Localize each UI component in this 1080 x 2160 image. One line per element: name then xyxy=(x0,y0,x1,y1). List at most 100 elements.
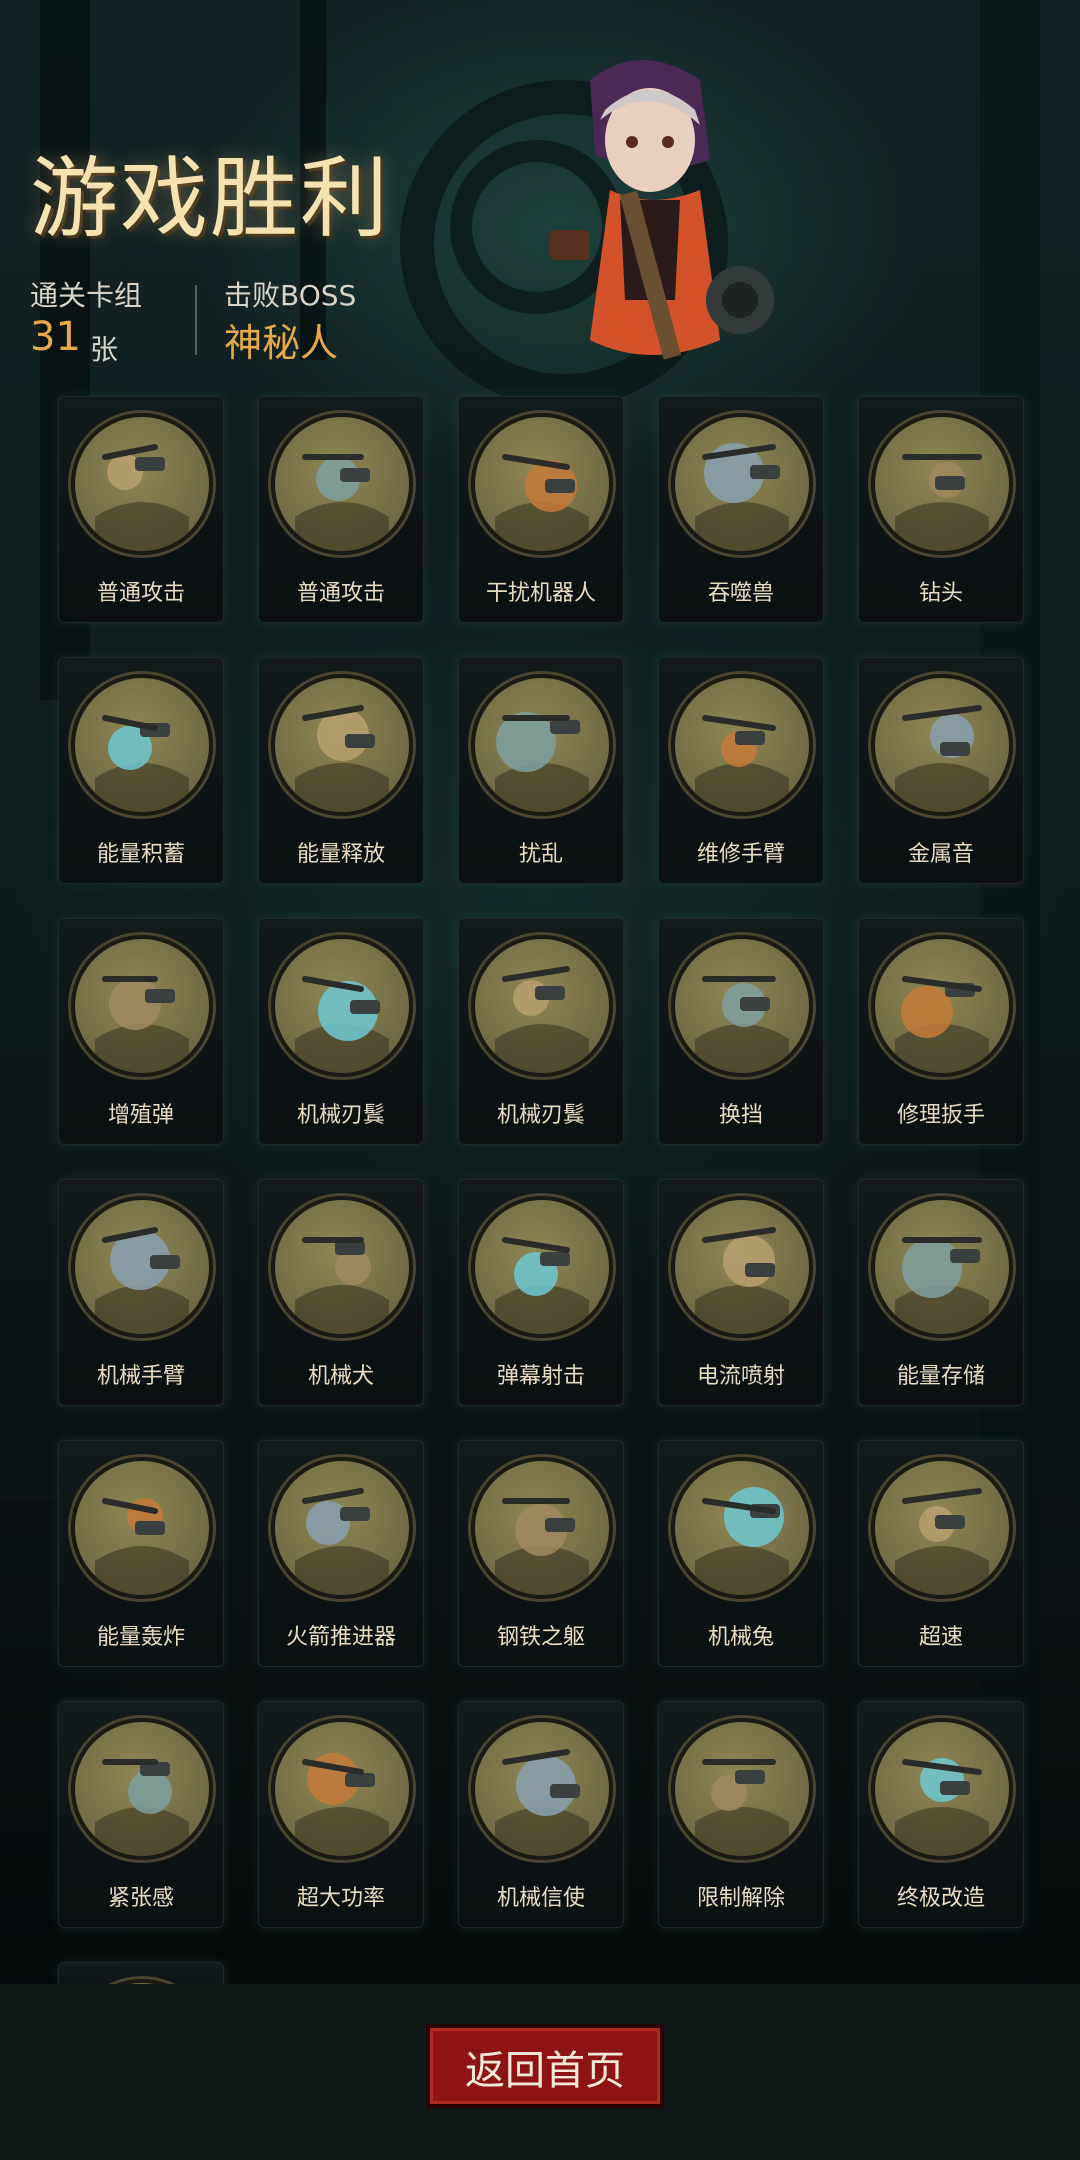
deck-card[interactable]: 能量释放 xyxy=(258,657,424,884)
return-home-button[interactable]: 返回首页 xyxy=(426,2024,664,2108)
card-name-label: 机械手臂 xyxy=(96,1364,185,1389)
card-name-label: 增殖弹 xyxy=(107,1103,174,1128)
blade-icon xyxy=(271,935,413,1077)
defeated-boss-label: 击败BOSS xyxy=(224,279,357,312)
card-name-label: 机械兔 xyxy=(707,1625,774,1650)
card-name-label: 换挡 xyxy=(718,1103,763,1128)
card-name-label: 机械刃鬂 xyxy=(296,1103,385,1128)
battery-icon xyxy=(871,1196,1013,1338)
horn-icon xyxy=(871,674,1013,816)
drill-icon xyxy=(871,413,1013,555)
gear-shift-icon xyxy=(671,935,813,1077)
card-name-label: 限制解除 xyxy=(696,1886,785,1911)
card-name-label: 机械信使 xyxy=(496,1886,585,1911)
cleared-deck-unit: 张 xyxy=(90,333,119,366)
energy-icon xyxy=(71,674,213,816)
rocket-icon xyxy=(271,1457,413,1599)
deck-card[interactable]: 钢铁之躯 xyxy=(458,1440,624,1667)
engine-icon xyxy=(271,1718,413,1860)
deck-card[interactable]: 普通攻击 xyxy=(58,396,224,623)
deck-card[interactable]: 钻头 xyxy=(858,396,1024,623)
card-name-label: 普通攻击 xyxy=(296,581,385,606)
robot-icon xyxy=(471,413,613,555)
hero-character-illustration xyxy=(500,40,780,390)
deck-card[interactable]: 机械刃鬂 xyxy=(258,918,424,1145)
card-name-label: 电流喷射 xyxy=(696,1364,785,1389)
defeated-boss-name: 神秘人 xyxy=(224,321,339,365)
card-name-label: 能量存储 xyxy=(896,1364,985,1389)
deck-card[interactable]: 弹幕射击 xyxy=(458,1179,624,1406)
deck-card[interactable]: 修理扳手 xyxy=(858,918,1024,1145)
lightning-icon xyxy=(271,674,413,816)
card-name-label: 火箭推进器 xyxy=(285,1625,396,1650)
deck-card[interactable]: 换挡 xyxy=(658,918,824,1145)
cleared-deck-count: 31 xyxy=(30,314,81,360)
deck-card[interactable]: 吞噬兽 xyxy=(658,396,824,623)
steel-body-icon xyxy=(471,1457,613,1599)
deck-card[interactable]: 金属音 xyxy=(858,657,1024,884)
barrage-icon xyxy=(471,1196,613,1338)
deck-card[interactable]: 电流喷射 xyxy=(658,1179,824,1406)
deck-card[interactable]: 能量积蓄 xyxy=(58,657,224,884)
card-name-label: 金属音 xyxy=(907,842,974,867)
card-name-label: 能量释放 xyxy=(296,842,385,867)
card-name-label: 维修手臂 xyxy=(696,842,785,867)
card-name-label: 弹幕射击 xyxy=(496,1364,585,1389)
deck-card[interactable]: 机械犬 xyxy=(258,1179,424,1406)
current-icon xyxy=(671,1196,813,1338)
deck-card[interactable]: 扰乱 xyxy=(458,657,624,884)
card-name-label: 干扰机器人 xyxy=(485,581,596,606)
bomb-icon xyxy=(71,935,213,1077)
wrench-claw-icon xyxy=(71,413,213,555)
deck-card[interactable]: 终极改造 xyxy=(858,1701,1024,1928)
bird-icon xyxy=(471,1718,613,1860)
card-name-label: 普通攻击 xyxy=(96,581,185,606)
card-name-label: 扰乱 xyxy=(518,842,563,867)
deck-card-grid: 普通攻击 普通攻击 干扰机器人 吞噬兽 钻头 能量积蓄 能量释放 扰乱 维修手臂 金属音 增殖弹 机械… xyxy=(58,396,1026,2002)
victory-title: 游戏胜利 xyxy=(30,147,391,250)
dynamite-icon xyxy=(71,1718,213,1860)
card-name-label: 修理扳手 xyxy=(896,1103,985,1128)
deck-card[interactable]: 超速 xyxy=(858,1440,1024,1667)
mech-arm-icon xyxy=(71,1196,213,1338)
deck-card[interactable]: 维修手臂 xyxy=(658,657,824,884)
deck-card[interactable]: 机械信使 xyxy=(458,1701,624,1928)
card-name-label: 机械刃鬂 xyxy=(496,1103,585,1128)
card-name-label: 超速 xyxy=(918,1625,963,1650)
unlock-icon xyxy=(671,1718,813,1860)
card-name-label: 紧张感 xyxy=(107,1886,174,1911)
deck-card[interactable]: 机械手臂 xyxy=(58,1179,224,1406)
claw-icon xyxy=(271,413,413,555)
deck-card[interactable]: 能量存储 xyxy=(858,1179,1024,1406)
card-name-label: 钻头 xyxy=(918,581,963,606)
speed-icon xyxy=(871,1457,1013,1599)
wrench-icon xyxy=(871,935,1013,1077)
beast-icon xyxy=(671,413,813,555)
blade-icon xyxy=(471,935,613,1077)
card-name-label: 能量积蓄 xyxy=(96,842,185,867)
deck-card[interactable]: 超大功率 xyxy=(258,1701,424,1928)
card-name-label: 超大功率 xyxy=(296,1886,385,1911)
card-name-label: 钢铁之躯 xyxy=(496,1625,585,1650)
deck-card[interactable]: 干扰机器人 xyxy=(458,396,624,623)
mech-suit-icon xyxy=(871,1718,1013,1860)
deck-card[interactable]: 普通攻击 xyxy=(258,396,424,623)
header-divider xyxy=(195,285,197,355)
mech-dog-icon xyxy=(271,1196,413,1338)
card-name-label: 终极改造 xyxy=(896,1886,985,1911)
rabbit-icon xyxy=(671,1457,813,1599)
deck-card[interactable]: 能量轰炸 xyxy=(58,1440,224,1667)
deck-card[interactable]: 限制解除 xyxy=(658,1701,824,1928)
deck-card[interactable]: 增殖弹 xyxy=(58,918,224,1145)
deck-card[interactable]: 机械刃鬂 xyxy=(458,918,624,1145)
cleared-deck-label: 通关卡组 xyxy=(30,279,143,312)
disrupt-icon xyxy=(471,674,613,816)
card-name-label: 吞噬兽 xyxy=(707,581,774,606)
arm-icon xyxy=(671,674,813,816)
deck-card[interactable]: 火箭推进器 xyxy=(258,1440,424,1667)
card-name-label: 能量轰炸 xyxy=(96,1625,185,1650)
card-name-label: 机械犬 xyxy=(307,1364,374,1389)
fireball-icon xyxy=(71,1457,213,1599)
deck-card[interactable]: 机械兔 xyxy=(658,1440,824,1667)
deck-card[interactable]: 紧张感 xyxy=(58,1701,224,1928)
